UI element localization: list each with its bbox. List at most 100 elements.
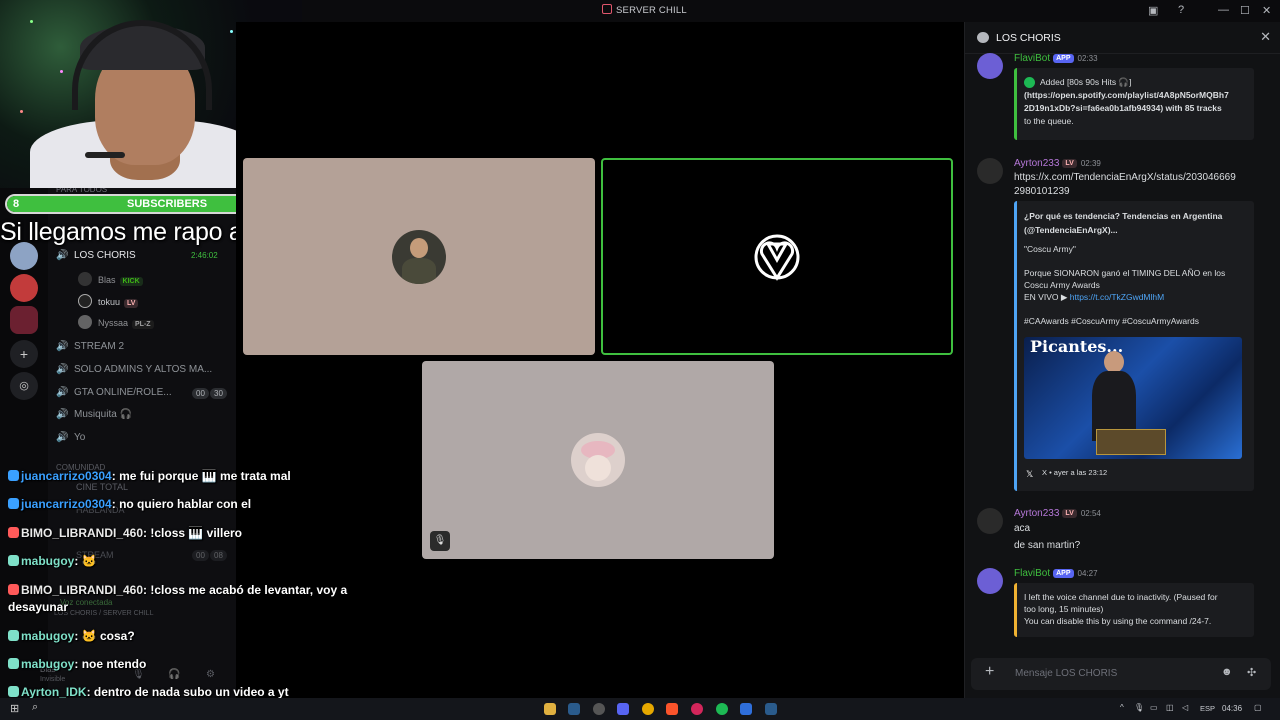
attach-plus-icon[interactable]: + (985, 663, 994, 681)
settings-app-icon[interactable] (593, 703, 605, 715)
spotify-icon (1024, 77, 1035, 88)
chat-message: BIMO_LIBRANDI_460: !closs me acabó de le… (8, 583, 347, 597)
steam-icon[interactable] (765, 703, 777, 715)
settings-icon[interactable]: ⚙ (206, 669, 215, 680)
lv-badge: LV (1062, 509, 1077, 518)
participant-avatar (571, 433, 625, 487)
speaker-icon: 🔊 (56, 432, 69, 443)
apps-icon[interactable]: ✣ (1247, 666, 1256, 679)
tray-battery-icon[interactable]: ▭ (1150, 703, 1158, 712)
chat-badge-icon (8, 658, 19, 669)
minimize-icon[interactable]: — (1218, 4, 1229, 16)
app-icon[interactable] (740, 703, 752, 715)
channel-stream-2[interactable]: 🔊 STREAM 2 (56, 341, 124, 352)
close-window-icon[interactable]: ✕ (1262, 4, 1271, 17)
channel-solo-admins[interactable]: 🔊 SOLO ADMINS Y ALTOS MA... (56, 364, 212, 375)
chat-text: noe ntendo (81, 657, 147, 671)
embed-hashtags: #CAAwards #CoscuArmy #CoscuArmyAwards (1024, 316, 1199, 326)
embed-link[interactable]: https://t.co/TkZGwdMlhM (1070, 292, 1164, 302)
language-indicator[interactable]: ESP (1200, 704, 1215, 713)
message-composer[interactable]: + Mensaje LOS CHORIS ☻ ✣ (971, 658, 1271, 690)
search-icon[interactable]: ⌕ (32, 701, 38, 714)
steam-icon[interactable] (568, 703, 580, 715)
spotify-taskbar-icon[interactable] (716, 703, 728, 715)
clock[interactable]: 04:36 (1222, 704, 1242, 713)
media-app-icon[interactable] (691, 703, 703, 715)
discover-icon[interactable]: ◎ (10, 372, 38, 400)
chat-badge-icon (8, 470, 19, 481)
message-text: aca (1014, 523, 1031, 534)
kick-badge: KICK (119, 277, 143, 286)
emoji-icon[interactable]: ☻ (1221, 666, 1233, 678)
voice-timer: 2:46:02 (191, 251, 218, 260)
voice-user[interactable]: Blas KICK (78, 272, 143, 286)
app-badge: APP (1053, 54, 1074, 63)
message-link[interactable]: 2980101239 (1014, 186, 1070, 197)
chrome-icon[interactable] (642, 703, 654, 715)
embed-line: Added [80s 90s Hits 🎧] (1040, 77, 1132, 87)
file-explorer-icon[interactable] (544, 703, 556, 715)
discord-icon[interactable] (617, 703, 629, 715)
message-author[interactable]: FlaviBot APP 02:33 (1014, 53, 1098, 64)
participant-tile[interactable]: 🎙 (422, 361, 774, 559)
voice-user[interactable]: tokuu LV (78, 294, 139, 308)
taskbar: ⊞ ⌕ ^ 🎙 ▭ ◫ ◁ ESP 04:36 ▢ (0, 698, 1280, 720)
chat-text: !closs me acabó de levantar, voy a (150, 583, 348, 597)
chat-text: dentro de nada subo un video a yt (93, 685, 289, 699)
chat-message: Ayrton_IDK: dentro de nada subo un video… (8, 685, 289, 699)
chat-text: me fui porque 🎹 me trata mal (119, 469, 291, 483)
message-author[interactable]: FlaviBot APP 04:27 (1014, 568, 1098, 579)
embed-title[interactable]: (@TendenciaEnArgX)... (1024, 224, 1118, 237)
maximize-icon[interactable]: ☐ (1240, 4, 1250, 17)
avatar[interactable] (977, 53, 1003, 79)
close-icon[interactable]: ✕ (1260, 29, 1271, 45)
channel-yo[interactable]: 🔊 Yo (56, 432, 85, 443)
speaker-icon: 🔊 (56, 364, 69, 375)
message-link[interactable]: https://x.com/TendenciaEnArgX/status/203… (1014, 172, 1236, 183)
tray-volume-icon[interactable]: ◁ (1182, 703, 1188, 712)
tray-mic-icon[interactable]: 🎙 (1134, 703, 1144, 712)
chat-separator: : (74, 657, 82, 671)
screen-share-icon[interactable]: ▣ (1148, 4, 1158, 17)
chat-text: no quiero hablar con el (119, 497, 252, 511)
add-server-icon[interactable]: + (10, 340, 38, 368)
embed-line: "Coscu Army" (1024, 244, 1076, 254)
embed-line: Coscu Army Awards (1024, 280, 1100, 290)
avatar (78, 294, 92, 308)
message-author[interactable]: Ayrton233 LV 02:54 (1014, 508, 1101, 519)
chat-message: desayunar (8, 600, 68, 614)
chat-badge-icon (8, 584, 19, 595)
embed-image[interactable]: Picantes... (1024, 337, 1242, 459)
participant-avatar (750, 229, 804, 284)
goal-text: Si llegamos me rapo a 0 (0, 218, 263, 246)
channel-los-choris[interactable]: 🔊 LOS CHORIS (56, 250, 136, 261)
headphones-icon[interactable]: 🎧 (168, 669, 180, 680)
user-panel-status: Invisible (40, 676, 66, 683)
tray-chevron-icon[interactable]: ^ (1120, 703, 1124, 712)
participant-tile-speaking[interactable] (601, 158, 953, 355)
windows-start-icon[interactable]: ⊞ (10, 702, 19, 715)
chat-separator: : (86, 685, 94, 699)
voice-user[interactable]: Nyssaa PL-Z (78, 315, 154, 329)
help-icon[interactable]: ? (1178, 4, 1184, 16)
embed-title[interactable]: ¿Por qué es tendencia? Tendencias en Arg… (1024, 210, 1222, 223)
server-list: + ◎ (0, 188, 48, 698)
channel-musiquita[interactable]: 🔊 Musiquita 🎧 (56, 409, 132, 420)
brave-icon[interactable] (666, 703, 678, 715)
server-icon-active[interactable] (10, 306, 38, 334)
chat-message: juancarrizo0304: me fui porque 🎹 me trat… (8, 469, 291, 483)
embed-line: EN VIVO ▶ https://t.co/TkZGwdMlhM (1024, 292, 1165, 302)
avatar[interactable] (977, 508, 1003, 534)
message-author[interactable]: Ayrton233 LV 02:39 (1014, 158, 1101, 169)
server-icon[interactable] (10, 274, 38, 302)
channel-gta-online[interactable]: 🔊 GTA ONLINE/ROLE... (56, 387, 172, 398)
avatar[interactable] (977, 158, 1003, 184)
avatar[interactable] (977, 568, 1003, 594)
channel-cine-total[interactable]: CINE TOTAL (76, 482, 128, 492)
participant-tile[interactable] (243, 158, 595, 355)
composer-placeholder[interactable]: Mensaje LOS CHORIS (1015, 668, 1117, 679)
tray-network-icon[interactable]: ◫ (1166, 703, 1174, 712)
speaker-icon: 🔊 (56, 409, 69, 420)
notifications-icon[interactable]: ▢ (1254, 703, 1262, 712)
chat-message: mabugoy: noe ntendo (8, 657, 146, 671)
